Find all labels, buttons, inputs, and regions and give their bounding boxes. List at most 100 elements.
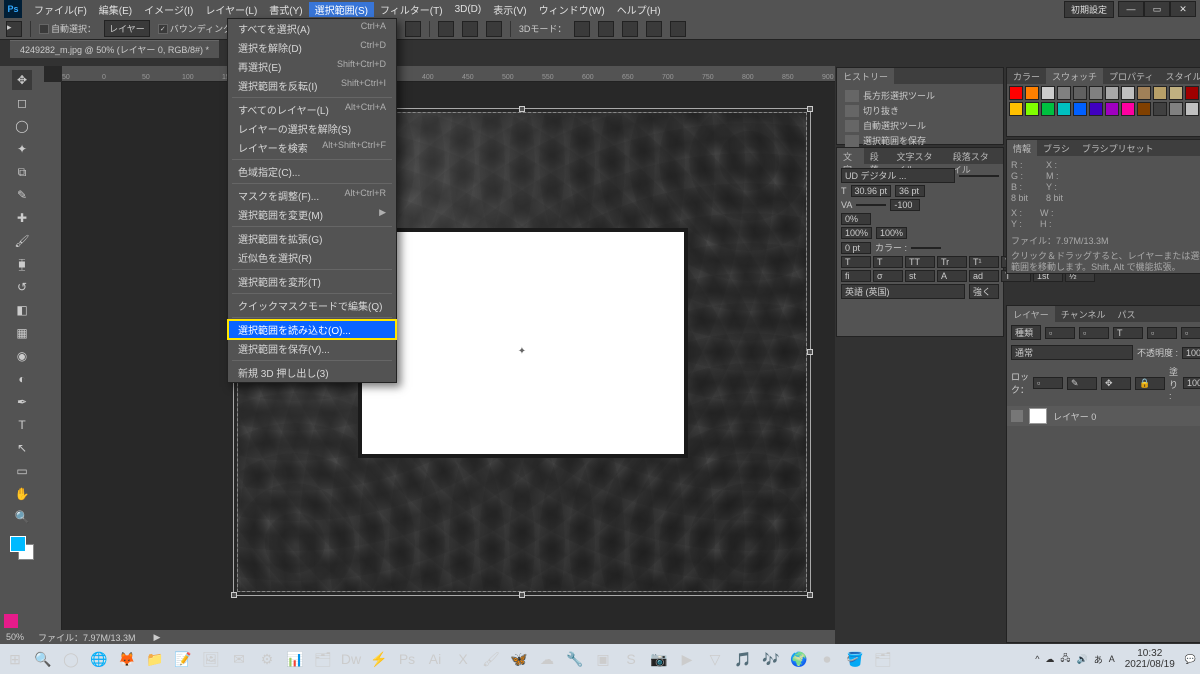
stamp-tool[interactable]: ⧯ bbox=[12, 254, 32, 274]
para-tab[interactable]: 段落 bbox=[864, 148, 891, 164]
swatch[interactable] bbox=[1073, 86, 1087, 100]
zoom-tool[interactable]: 🔍 bbox=[12, 507, 32, 527]
tray-vol-icon[interactable]: 🔊 bbox=[1076, 654, 1087, 665]
path-tool[interactable]: ↖ bbox=[12, 438, 32, 458]
taskbar-app-icon[interactable]: ⊞ bbox=[4, 648, 26, 670]
menu-item[interactable]: 選択範囲を保存(V)... bbox=[228, 339, 396, 358]
menu-3d[interactable]: 3D(D) bbox=[449, 4, 488, 15]
tray-ime-icon[interactable]: あ bbox=[1094, 653, 1103, 666]
charstyle-tab[interactable]: 文字スタイル bbox=[891, 148, 947, 164]
menu-item[interactable]: 新規 3D 押し出し(3) bbox=[228, 363, 396, 382]
color-tab[interactable]: カラー bbox=[1007, 68, 1046, 84]
menu-layer[interactable]: レイヤー(L) bbox=[199, 2, 263, 17]
menu-file[interactable]: ファイル(F) bbox=[28, 2, 93, 17]
notif-icon[interactable]: 💬 bbox=[1185, 654, 1196, 665]
dodge-tool[interactable]: ◐ bbox=[12, 369, 32, 389]
history-item[interactable]: 選択範囲を保存 bbox=[841, 133, 999, 148]
swatch[interactable] bbox=[1137, 102, 1151, 116]
swatch[interactable] bbox=[1089, 86, 1103, 100]
taskbar-app-icon[interactable]: ▶ bbox=[676, 648, 698, 670]
scale-v[interactable]: 0% bbox=[841, 213, 871, 225]
taskbar-app-icon[interactable]: Ai bbox=[424, 648, 446, 670]
history-brush-tool[interactable]: ↺ bbox=[12, 277, 32, 297]
menu-item[interactable]: 選択範囲を反転(I)Shift+Ctrl+I bbox=[228, 76, 396, 95]
menu-item[interactable]: 選択範囲を変形(T) bbox=[228, 272, 396, 291]
taskbar-app-icon[interactable]: ✉ bbox=[228, 648, 250, 670]
menu-view[interactable]: 表示(V) bbox=[487, 2, 532, 17]
swatch[interactable] bbox=[1089, 102, 1103, 116]
swatch[interactable] bbox=[1057, 86, 1071, 100]
text-color[interactable] bbox=[911, 247, 941, 249]
taskbar-app-icon[interactable]: Dw bbox=[340, 648, 362, 670]
menu-item[interactable]: すべてのレイヤー(L)Alt+Ctrl+A bbox=[228, 100, 396, 119]
taskbar-app-icon[interactable]: ☁ bbox=[536, 648, 558, 670]
distribute-icon[interactable] bbox=[462, 21, 478, 37]
taskbar-app-icon[interactable]: X bbox=[452, 648, 474, 670]
props-tab[interactable]: プロパティ bbox=[1103, 68, 1159, 84]
layer-name[interactable]: レイヤー 0 bbox=[1053, 410, 1096, 423]
3d-icon[interactable] bbox=[622, 21, 638, 37]
layer-item[interactable]: レイヤー 0 bbox=[1007, 406, 1200, 426]
styles-tab[interactable]: スタイル bbox=[1160, 68, 1200, 84]
menu-window[interactable]: ウィンドウ(W) bbox=[533, 2, 611, 17]
canvas[interactable]: ✦ bbox=[62, 82, 835, 644]
taskbar-app-icon[interactable]: 🌐 bbox=[88, 648, 110, 670]
taskbar-app-icon[interactable]: 🎶 bbox=[760, 648, 782, 670]
swatch[interactable] bbox=[1041, 102, 1055, 116]
swatch[interactable] bbox=[1121, 86, 1135, 100]
healing-tool[interactable]: ✚ bbox=[12, 208, 32, 228]
type-tool[interactable]: T bbox=[12, 415, 32, 435]
wand-tool[interactable]: ✦ bbox=[12, 139, 32, 159]
swatches-tab[interactable]: スウォッチ bbox=[1046, 68, 1103, 84]
parastyle-tab[interactable]: 段落スタイル bbox=[947, 148, 1003, 164]
taskbar-app-icon[interactable]: 🦊 bbox=[116, 648, 138, 670]
menu-type[interactable]: 書式(Y) bbox=[263, 2, 308, 17]
taskbar-app-icon[interactable]: 🦋 bbox=[508, 648, 530, 670]
3d-icon[interactable] bbox=[574, 21, 590, 37]
distribute-icon[interactable] bbox=[486, 21, 502, 37]
history-item[interactable]: 切り抜き bbox=[841, 103, 999, 118]
taskbar-app-icon[interactable]: ▽ bbox=[704, 648, 726, 670]
menu-item[interactable]: 色域指定(C)... bbox=[228, 162, 396, 181]
taskbar-app-icon[interactable]: 🔧 bbox=[564, 648, 586, 670]
swatch[interactable] bbox=[1105, 102, 1119, 116]
taskbar-app-icon[interactable]: 🖼 bbox=[200, 648, 222, 670]
menu-edit[interactable]: 編集(E) bbox=[93, 2, 138, 17]
history-item[interactable]: 自動選択ツール bbox=[841, 118, 999, 133]
taskbar-app-icon[interactable]: 🪣 bbox=[844, 648, 866, 670]
brush-tool[interactable]: 🖌 bbox=[12, 231, 32, 251]
auto-select-target[interactable]: レイヤー bbox=[104, 20, 150, 37]
taskbar-app-icon[interactable]: 📁 bbox=[144, 648, 166, 670]
fg-color[interactable] bbox=[10, 536, 26, 552]
menu-item[interactable]: マスクを調整(F)...Alt+Ctrl+R bbox=[228, 186, 396, 205]
fill[interactable]: 100% bbox=[1183, 377, 1200, 389]
taskbar-app-icon[interactable]: ⚙ bbox=[256, 648, 278, 670]
crop-tool[interactable]: ⧉ bbox=[12, 162, 32, 182]
pen-tool[interactable]: ✒ bbox=[12, 392, 32, 412]
bold-btn[interactable]: T bbox=[841, 256, 871, 268]
menu-item[interactable]: 近似色を選択(R) bbox=[228, 248, 396, 267]
taskbar-app-icon[interactable]: ⚡ bbox=[368, 648, 390, 670]
close-button[interactable]: ✕ bbox=[1170, 1, 1196, 17]
kerning[interactable] bbox=[856, 204, 886, 206]
menu-item[interactable]: 選択を解除(D)Ctrl+D bbox=[228, 38, 396, 57]
3d-icon[interactable] bbox=[670, 21, 686, 37]
taskbar-app-icon[interactable]: 📝 bbox=[172, 648, 194, 670]
taskbar-app-icon[interactable]: ⏺ bbox=[816, 648, 838, 670]
tray-net-icon[interactable]: 🖧 bbox=[1060, 651, 1070, 667]
blend-mode[interactable]: 通常 bbox=[1011, 345, 1133, 360]
scale-h2[interactable]: 100% bbox=[876, 227, 907, 239]
taskbar-app-icon[interactable]: 📊 bbox=[284, 648, 306, 670]
antialias[interactable]: 強く bbox=[969, 284, 999, 299]
menu-item[interactable]: 選択範囲を読み込む(O)... bbox=[228, 320, 396, 339]
swatch[interactable] bbox=[1009, 86, 1023, 100]
marquee-tool[interactable]: ◻ bbox=[12, 93, 32, 113]
swatch[interactable] bbox=[1009, 102, 1023, 116]
visibility-icon[interactable] bbox=[1011, 410, 1023, 422]
taskbar-app-icon[interactable]: Ps bbox=[396, 648, 418, 670]
tracking[interactable]: -100 bbox=[890, 199, 920, 211]
tray-ime2-icon[interactable]: A bbox=[1109, 654, 1115, 664]
maximize-button[interactable]: ▭ bbox=[1144, 1, 1170, 17]
menu-item[interactable]: 選択範囲を拡張(G) bbox=[228, 229, 396, 248]
taskbar-app-icon[interactable]: 📷 bbox=[648, 648, 670, 670]
